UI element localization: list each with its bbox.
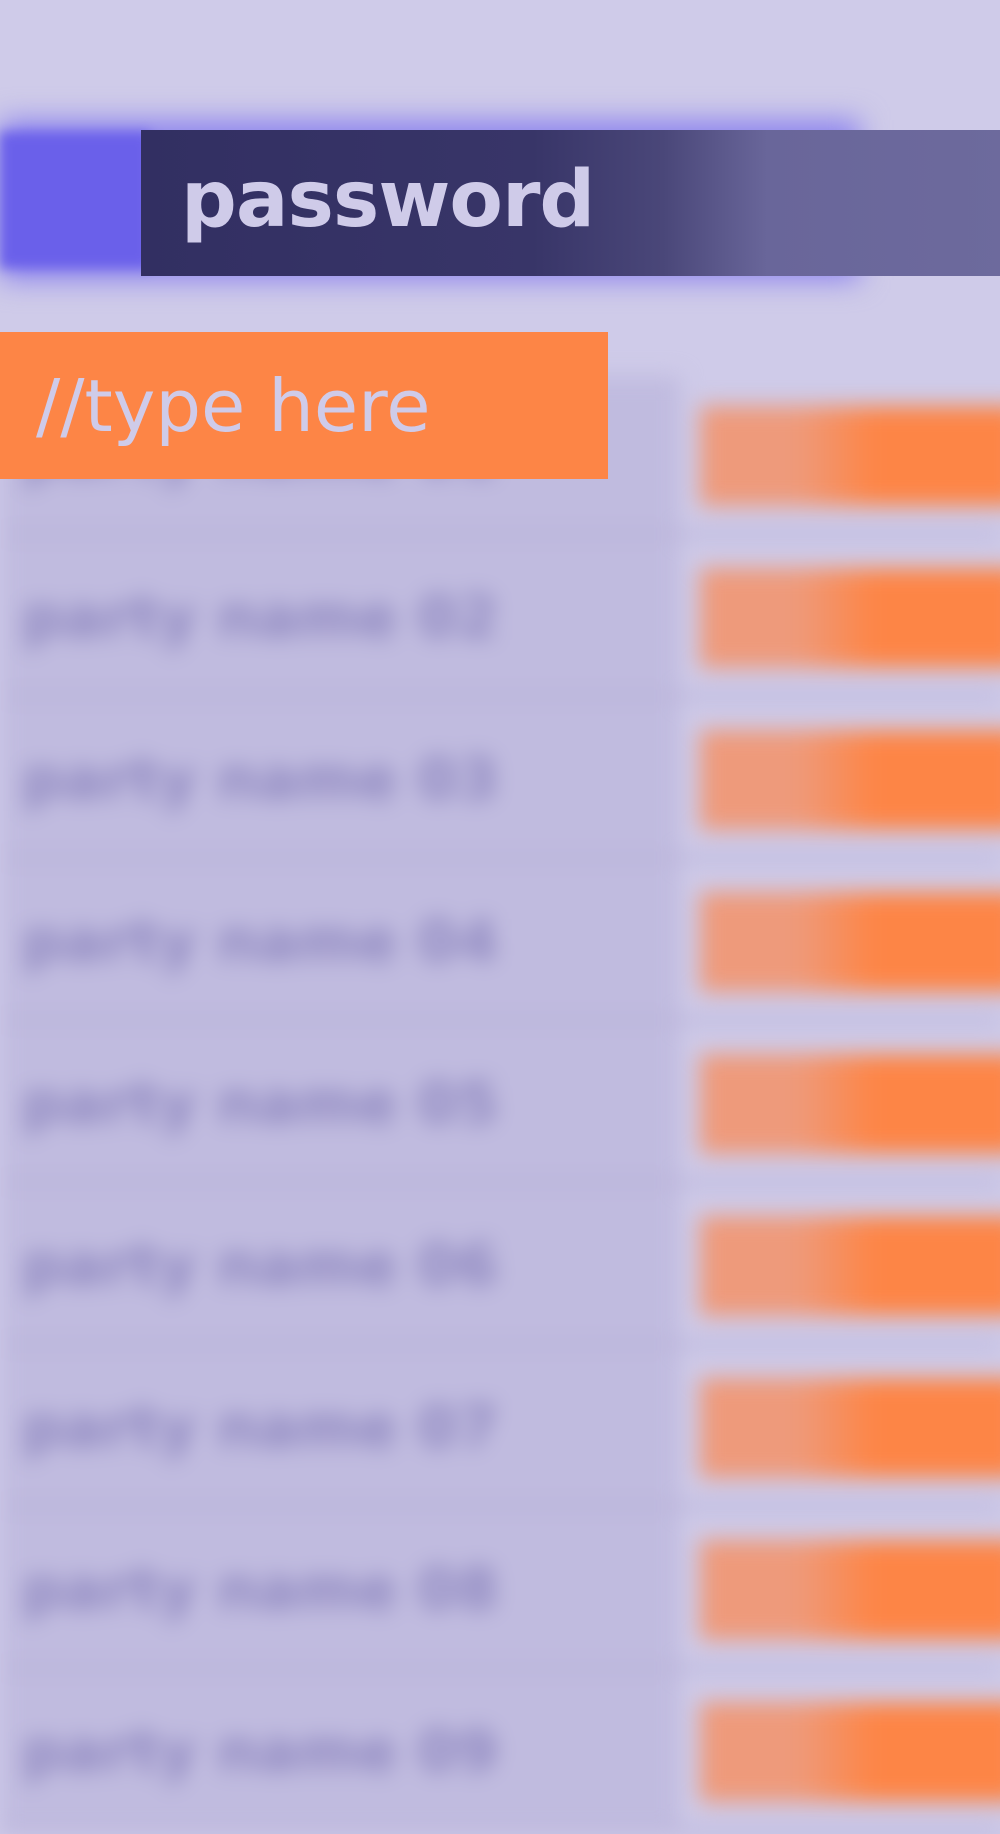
search-input[interactable]: [0, 332, 608, 479]
list-item-action-button[interactable]: [700, 1378, 1000, 1478]
row-divider: [0, 530, 1000, 538]
list-item-action-button[interactable]: [700, 1216, 1000, 1316]
row-divider: [0, 1664, 1000, 1672]
row-divider: [0, 1016, 1000, 1024]
list-item-label: party name 09: [22, 1717, 499, 1785]
list-item-label: party name 05: [22, 1069, 499, 1137]
list-item-action-button[interactable]: [700, 892, 1000, 992]
row-divider: [0, 1340, 1000, 1348]
list-item-action-button[interactable]: [700, 1540, 1000, 1640]
list-item-label: party name 03: [22, 745, 499, 813]
row-divider: [0, 1502, 1000, 1510]
search-field[interactable]: [0, 332, 608, 479]
row-divider: [0, 692, 1000, 700]
list-item[interactable]: party name 03: [0, 700, 1000, 862]
list-item[interactable]: party name 07: [0, 1348, 1000, 1510]
list-item-label: party name 04: [22, 907, 499, 975]
list-item[interactable]: party name 08: [0, 1510, 1000, 1672]
list-item[interactable]: party name 06: [0, 1186, 1000, 1348]
list-item[interactable]: party name 04: [0, 862, 1000, 1024]
row-divider: [0, 1826, 1000, 1834]
page-header: password: [141, 130, 1000, 276]
list-item-action-button[interactable]: [700, 406, 1000, 506]
list-item-label: party name 06: [22, 1231, 499, 1299]
list-item-action-button[interactable]: [700, 1054, 1000, 1154]
row-divider: [0, 854, 1000, 862]
row-divider: [0, 1178, 1000, 1186]
list-item-action-button[interactable]: [700, 568, 1000, 668]
page-title: password: [181, 155, 595, 245]
list-item[interactable]: party name 09: [0, 1672, 1000, 1834]
list-item-action-button[interactable]: [700, 730, 1000, 830]
list-item-action-button[interactable]: [700, 1702, 1000, 1802]
header-accent: [0, 132, 150, 268]
list-item-label: party name 02: [22, 583, 499, 651]
list-item-label: party name 08: [22, 1555, 499, 1623]
list-item[interactable]: party name 05: [0, 1024, 1000, 1186]
list-item-label: party name 07: [22, 1393, 499, 1461]
list-item[interactable]: party name 02: [0, 538, 1000, 700]
